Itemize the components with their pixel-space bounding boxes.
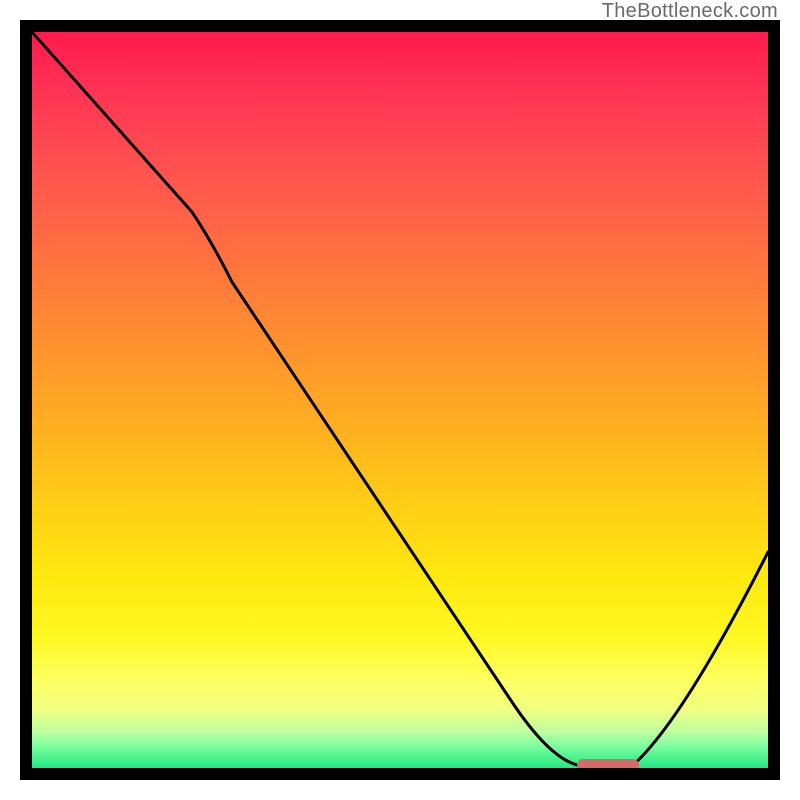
curve-layer (32, 32, 768, 768)
chart-container: TheBottleneck.com (0, 0, 800, 800)
plot-area (20, 20, 780, 780)
bottleneck-curve (32, 32, 768, 766)
optimal-marker (577, 759, 639, 768)
